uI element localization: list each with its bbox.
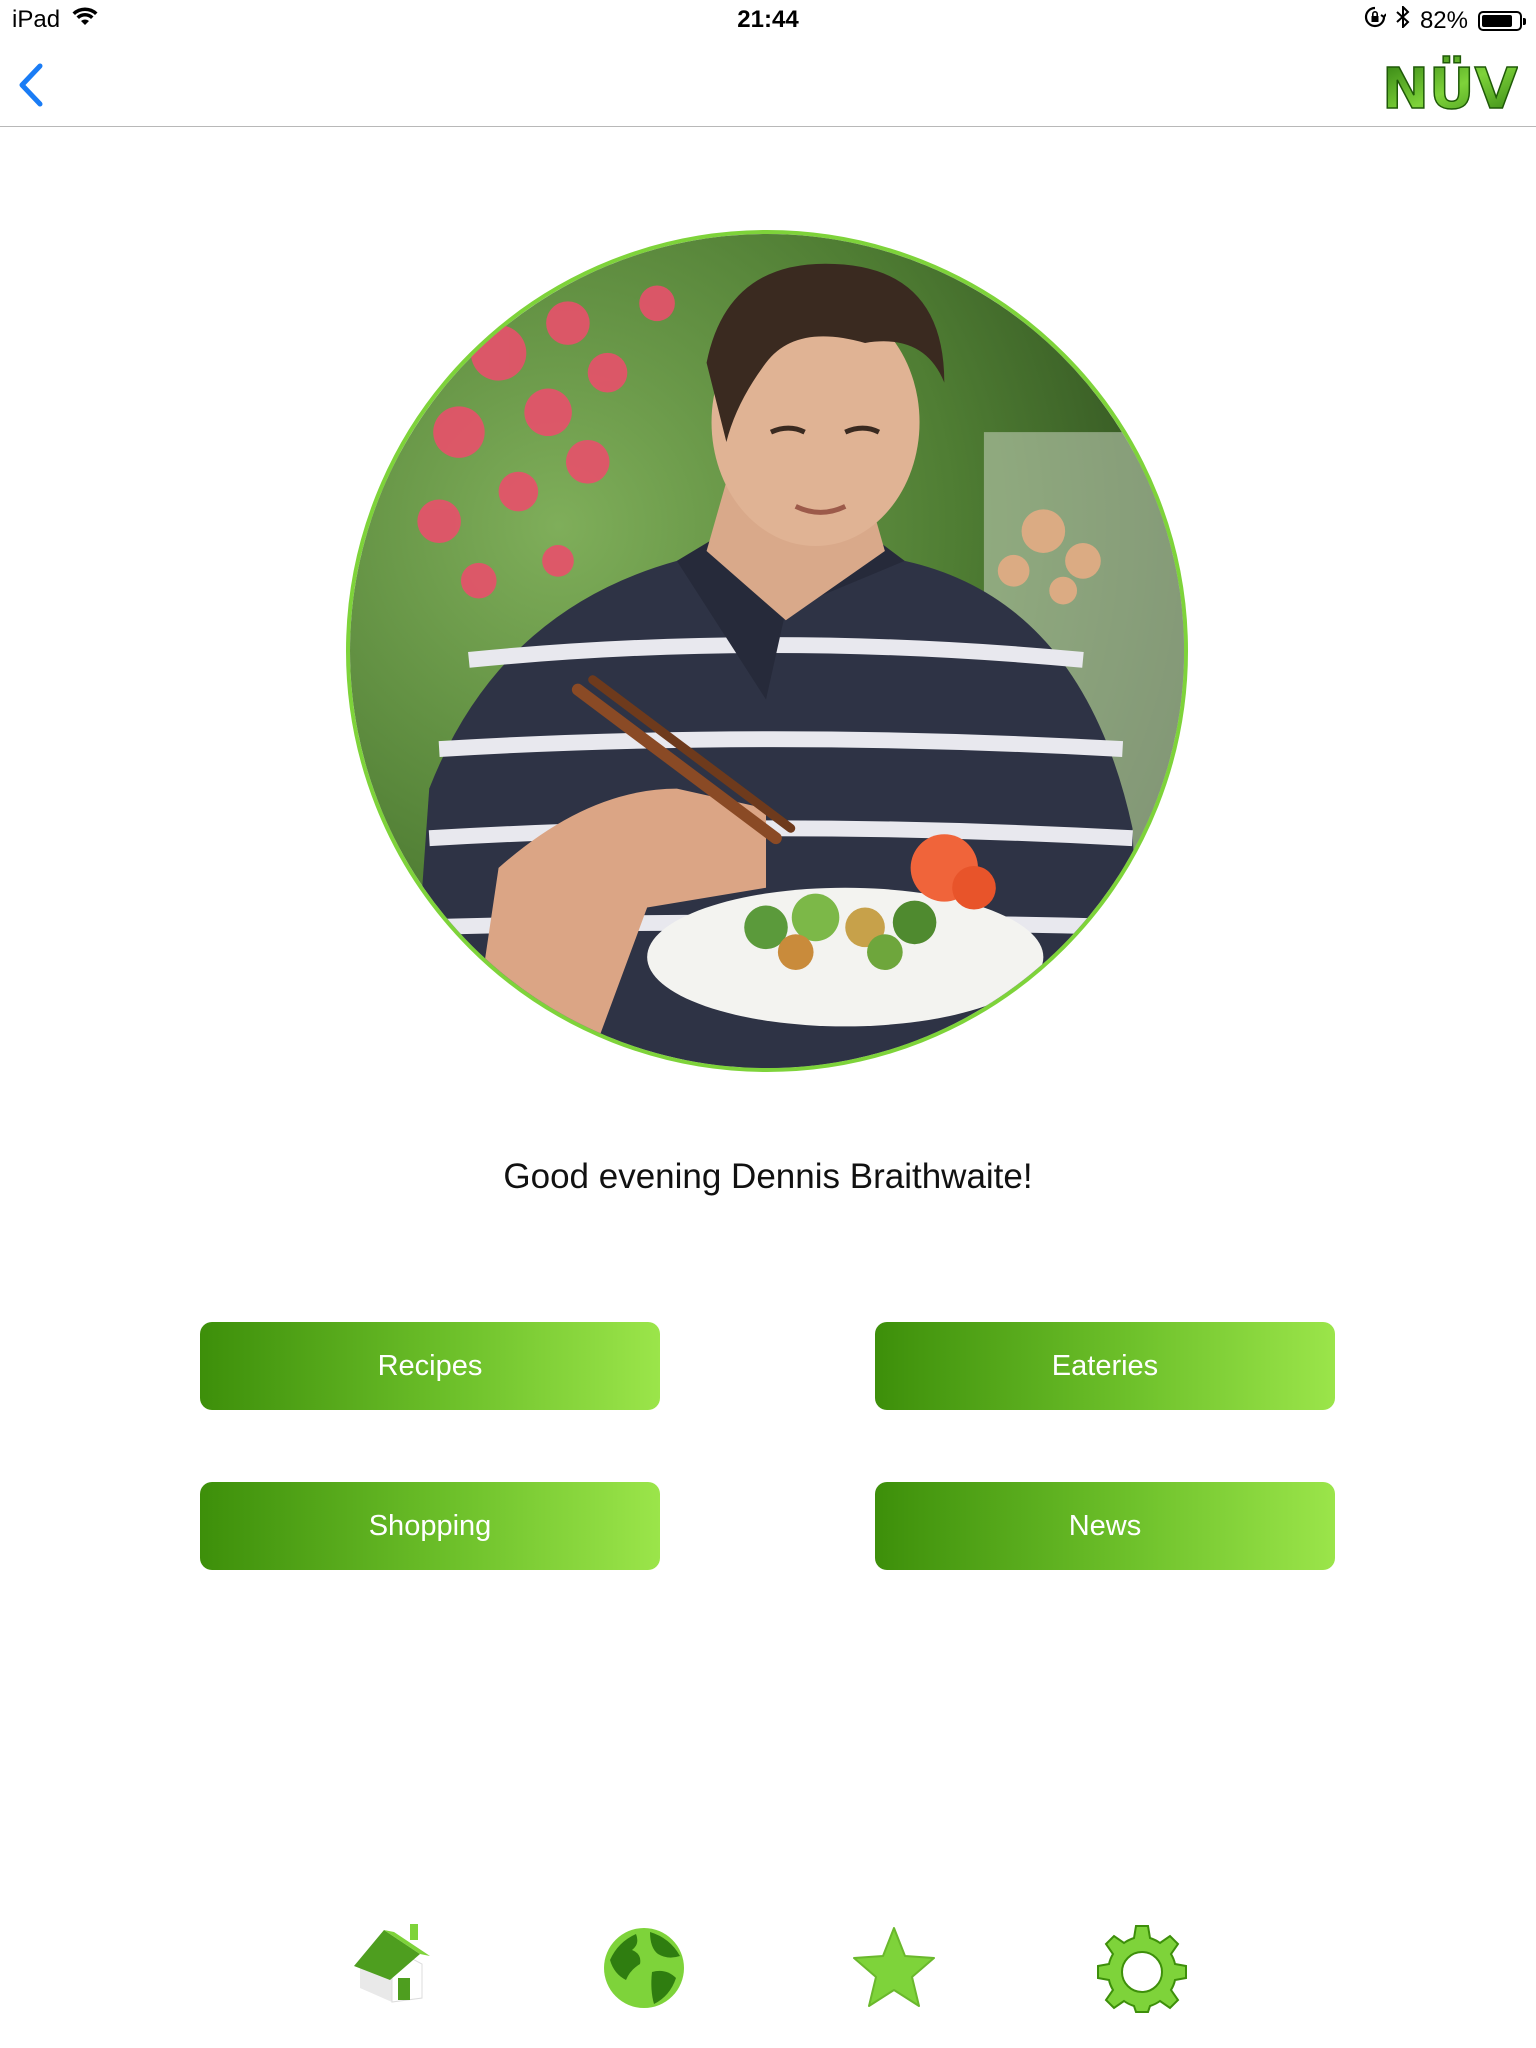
tab-settings[interactable] <box>1094 1920 1190 2016</box>
eateries-button[interactable]: Eateries <box>875 1322 1335 1410</box>
tab-globe[interactable] <box>596 1920 692 2016</box>
gear-icon <box>1097 1925 1187 2013</box>
status-time: 21:44 <box>737 6 799 33</box>
battery-icon <box>1478 10 1526 31</box>
nuv-logo: NÜV <box>1381 50 1519 123</box>
tab-bar <box>0 1920 1536 2020</box>
nav-bar: NÜV <box>0 40 1536 127</box>
battery-percent: 82% <box>1419 6 1468 34</box>
avatar <box>346 230 1188 1072</box>
news-button[interactable]: News <box>875 1482 1335 1570</box>
rotation-lock-icon <box>1364 6 1387 35</box>
back-button[interactable] <box>12 60 52 110</box>
logo-text: NÜV <box>1382 57 1518 120</box>
battery-cap <box>1523 17 1526 25</box>
tab-favorites[interactable] <box>846 1920 942 2016</box>
recipes-button[interactable]: Recipes <box>200 1322 660 1410</box>
status-bar: iPad 21:44 82% <box>0 0 1536 40</box>
tab-home[interactable] <box>344 1920 440 2016</box>
star-icon <box>853 1927 935 2007</box>
home-icon <box>354 1924 430 2003</box>
globe-icon <box>604 1928 684 2008</box>
status-right: 82% <box>1364 4 1526 35</box>
bluetooth-icon <box>1396 4 1410 35</box>
greeting-text: Good evening Dennis Braithwaite! <box>503 1157 1033 1196</box>
shopping-button[interactable]: Shopping <box>200 1482 660 1570</box>
chevron-left-icon <box>19 63 43 107</box>
battery-fill <box>1482 14 1512 27</box>
